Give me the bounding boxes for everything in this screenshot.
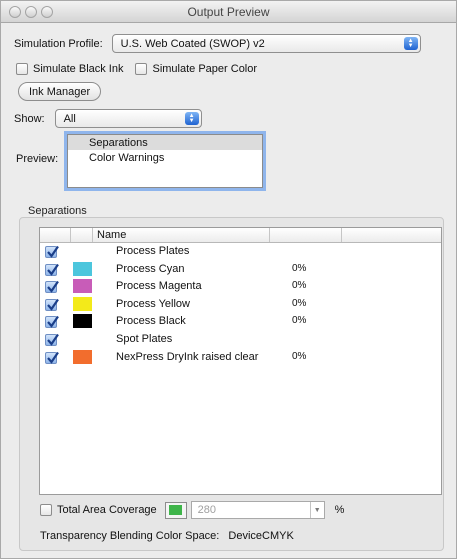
total-area-coverage-row: Total Area Coverage 280 ▼ % [40,501,344,519]
separation-percent: 0% [292,262,307,274]
simulation-profile-popup[interactable]: U.S. Web Coated (SWOP) v2 ▲ ▼ [111,34,421,53]
preview-item-color-warnings[interactable]: Color Warnings [68,150,262,165]
chevron-down-icon[interactable]: ▼ [309,502,324,518]
simulate-black-ink-label: Simulate Black Ink [33,63,124,75]
coverage-color-swatch [169,505,183,515]
simulate-paper-color-checkbox[interactable] [135,63,148,75]
checkmark-icon[interactable] [45,333,59,346]
ink-manager-button[interactable]: Ink Manager [18,82,102,101]
separation-name: Process Black [116,315,186,328]
window-title: Output Preview [187,5,270,19]
header-percent-column[interactable] [270,228,342,242]
header-name-column[interactable] [93,228,270,242]
total-area-coverage-label: Total Area Coverage [57,504,157,516]
simulation-profile-value: U.S. Web Coated (SWOP) v2 [120,37,265,50]
separation-name: Process Cyan [116,262,185,275]
table-row[interactable]: Spot Plates [40,331,441,349]
separation-percent: 0% [292,350,307,362]
table-row[interactable]: NexPress DryInk raised clear 0% [40,349,441,367]
separations-rows: Process Plates Process Cyan 0% Process M… [40,243,441,366]
show-label: Show: [14,112,45,125]
coverage-color-well[interactable] [164,501,187,519]
show-popup[interactable]: All ▲ ▼ [54,109,202,128]
simulate-paper-color-label: Simulate Paper Color [152,63,258,75]
separation-name: Process Yellow [116,297,190,310]
ink-color-swatch [73,261,92,276]
checkmark-icon[interactable] [45,281,59,294]
coverage-value: 280 [197,504,217,516]
separation-percent: 0% [292,297,307,309]
checkmark-icon[interactable] [45,263,59,276]
separations-table[interactable]: Name Process Plates Process Cyan 0% Proc… [39,227,442,495]
table-row[interactable]: Process Plates [40,243,441,261]
popup-stepper-icon: ▲ ▼ [403,37,418,50]
separation-percent: 0% [292,280,307,292]
popup-stepper-icon: ▲ ▼ [184,112,199,125]
table-row[interactable]: Process Magenta 0% [40,278,441,296]
ink-color-swatch [73,296,92,311]
coverage-unit: % [334,504,345,516]
show-row: Show: All ▲ ▼ [14,109,202,128]
title-bar[interactable]: Output Preview [1,1,456,23]
checkmark-icon[interactable] [45,298,59,311]
total-area-coverage-checkbox[interactable] [40,504,52,516]
simulate-black-ink-checkbox[interactable] [16,63,28,75]
preview-label: Preview: [16,153,59,165]
transparency-blending-value: DeviceCMYK [228,530,294,542]
table-row[interactable]: Process Yellow 0% [40,296,441,314]
separation-name: Process Magenta [116,280,202,293]
ink-color-swatch [73,279,92,294]
separation-percent: 0% [292,315,307,327]
ink-color-swatch [73,244,92,258]
separation-name: Process Plates [116,245,190,257]
ink-color-swatch [73,349,92,364]
separations-group-label: Separations [28,205,87,217]
table-header: Name [40,228,441,243]
separation-name: NexPress DryInk raised clear [116,350,259,363]
coverage-value-combo[interactable]: 280 ▼ [190,501,325,519]
simulation-profile-label: Simulation Profile: [14,37,103,50]
ink-color-swatch [73,314,92,329]
checkmark-icon[interactable] [45,245,59,258]
header-check-column[interactable] [40,228,71,242]
separation-name: Spot Plates [116,332,173,345]
header-swatch-column[interactable] [71,228,93,242]
show-value: All [63,112,76,125]
ink-color-swatch [73,332,92,346]
table-row[interactable]: Process Cyan 0% [40,261,441,279]
simulate-options-row: Simulate Black Ink Simulate Paper Color [16,63,257,75]
preview-list[interactable]: Separations Color Warnings [67,134,263,188]
preview-item-separations[interactable]: Separations [68,135,262,150]
output-preview-window: Output Preview Simulation Profile: U.S. … [0,0,457,559]
table-row[interactable]: Process Black 0% [40,313,441,331]
checkmark-icon[interactable] [45,351,59,364]
transparency-blending-row: Transparency Blending Color Space: Devic… [40,530,294,542]
simulation-profile-row: Simulation Profile: U.S. Web Coated (SWO… [14,34,421,53]
transparency-blending-label: Transparency Blending Color Space: [40,530,220,542]
ink-manager-row: Ink Manager [18,82,102,101]
checkmark-icon[interactable] [45,316,59,329]
